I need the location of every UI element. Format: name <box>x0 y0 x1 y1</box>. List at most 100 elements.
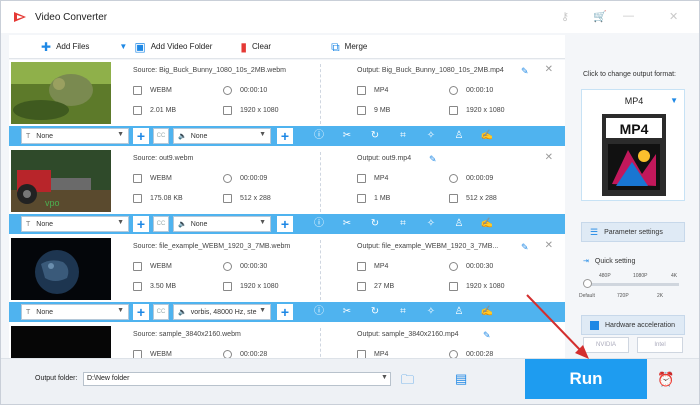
remove-item-button[interactable]: ✕ <box>545 64 553 75</box>
crop-icon[interactable]: ⌗ <box>389 219 417 229</box>
subtitle-dropdown[interactable]: T None ▼ <box>21 128 129 144</box>
intel-option[interactable]: Intel <box>637 337 683 353</box>
video-thumbnail[interactable] <box>11 326 111 358</box>
source-resolution: 1920 x 1080 <box>223 282 279 291</box>
speaker-icon: 🔈 <box>178 221 187 228</box>
effects-icon[interactable]: ✧ <box>417 307 445 317</box>
cc-icon[interactable]: CC <box>153 128 169 144</box>
output-format-selector[interactable]: MP4 ▼ MP4 <box>581 89 685 201</box>
source-format-value: WEBM <box>150 175 172 182</box>
add-folder-button[interactable]: ▣ Add Video Folder <box>134 41 212 53</box>
add-files-button[interactable]: ✚ Add Files <box>41 41 89 53</box>
key-icon[interactable]: ⚷ <box>561 10 569 23</box>
subtitle-dropdown[interactable]: T None ▼ <box>21 304 129 320</box>
output-resolution: 512 x 288 <box>449 194 497 203</box>
watermark-icon[interactable]: ♙ <box>445 131 473 141</box>
output-format-value: MP4 <box>374 175 389 182</box>
chevron-down-icon: ▼ <box>117 307 124 314</box>
edit-filename-icon[interactable]: ✎ <box>429 154 437 165</box>
edit-filename-icon[interactable]: ✎ <box>521 242 529 253</box>
remove-item-button[interactable]: ✕ <box>545 240 553 251</box>
tick-default: Default <box>579 293 595 299</box>
quality-slider-track[interactable] <box>587 283 679 286</box>
file-size-icon <box>133 194 142 203</box>
crop-icon[interactable]: ⌗ <box>389 307 417 317</box>
source-filename: Source: out9.webm <box>133 155 194 162</box>
add-audio-button[interactable]: + <box>277 128 293 144</box>
alarm-clock-icon[interactable]: ⏰ <box>657 371 674 388</box>
source-resolution: 512 x 288 <box>223 194 271 203</box>
output-folder-input[interactable]: D:\New folder <box>83 372 391 386</box>
folder-open-icon[interactable]: 🗀 <box>401 371 414 393</box>
cc-icon[interactable]: CC <box>153 216 169 232</box>
tick-1080p: 1080P <box>633 273 648 279</box>
edit-icon[interactable]: ✍ <box>473 219 501 229</box>
edit-filename-icon[interactable]: ✎ <box>483 330 491 341</box>
folder-plus-icon: ▣ <box>134 39 146 54</box>
hardware-acceleration-toggle[interactable]: Hardware acceleration <box>581 315 685 335</box>
clear-button[interactable]: ▮ Clear <box>240 41 271 53</box>
video-item: Source: Big_Buck_Bunny_1080_10s_2MB.webm… <box>9 60 565 148</box>
mp4-icon-text: MP4 <box>620 121 649 137</box>
audio-dropdown[interactable]: 🔈 None ▼ <box>173 128 271 144</box>
source-duration: 00:00:10 <box>223 86 267 95</box>
effects-icon[interactable]: ✧ <box>417 131 445 141</box>
subtitle-dropdown[interactable]: T None ▼ <box>21 216 129 232</box>
close-window-button[interactable]: ✕ <box>669 10 678 23</box>
info-icon[interactable]: ⓘ <box>305 219 333 229</box>
cut-icon[interactable]: ✂ <box>333 307 361 317</box>
edit-icon[interactable]: ✍ <box>473 307 501 317</box>
tick-4k: 4K <box>671 273 678 279</box>
app-window: Video Converter ⚷ 🛒 — ✕ ✚ Add Files ▼ ▣ … <box>0 0 700 405</box>
source-format-value: WEBM <box>150 263 172 270</box>
crop-icon[interactable]: ⌗ <box>389 131 417 141</box>
effects-icon[interactable]: ✧ <box>417 219 445 229</box>
run-button[interactable]: Run <box>525 359 647 399</box>
chevron-down-icon: ▼ <box>117 131 124 138</box>
cut-icon[interactable]: ✂ <box>333 131 361 141</box>
chevron-down-icon: ▼ <box>259 131 266 138</box>
audio-dropdown[interactable]: 🔈 None ▼ <box>173 216 271 232</box>
remove-item-button[interactable]: ✕ <box>545 152 553 163</box>
format-icon <box>357 174 366 183</box>
chevron-down-icon[interactable]: ▼ <box>381 374 388 381</box>
watermark-icon[interactable]: ♙ <box>445 219 473 229</box>
rotate-icon[interactable]: ↻ <box>361 219 389 229</box>
minimize-button[interactable]: — <box>623 10 634 22</box>
add-files-dropdown[interactable]: ▼ <box>119 42 132 51</box>
video-thumbnail[interactable] <box>11 62 111 124</box>
add-subtitle-button[interactable]: + <box>133 216 149 232</box>
parameter-settings-button[interactable]: ☰ Parameter settings <box>581 222 685 242</box>
nvidia-option[interactable]: NVIDIA <box>583 337 629 353</box>
audio-dropdown[interactable]: 🔈 vorbis, 48000 Hz, ste ▼ <box>173 304 271 320</box>
output-preview-icon[interactable]: ▤ <box>455 371 467 387</box>
add-folder-label: Add Video Folder <box>150 42 213 51</box>
video-thumbnail[interactable]: vpo <box>11 150 111 212</box>
quality-slider-handle[interactable] <box>583 279 592 288</box>
edit-filename-icon[interactable]: ✎ <box>521 66 529 77</box>
cc-icon[interactable]: CC <box>153 304 169 320</box>
watermark-icon[interactable]: ♙ <box>445 307 473 317</box>
add-audio-button[interactable]: + <box>277 304 293 320</box>
add-subtitle-button[interactable]: + <box>133 128 149 144</box>
bottom-bar: Output folder: D:\New folder ▼ 🗀 ▤ Run ⏰ <box>1 358 699 404</box>
add-audio-button[interactable]: + <box>277 216 293 232</box>
info-icon[interactable]: ⓘ <box>305 307 333 317</box>
add-subtitle-button[interactable]: + <box>133 304 149 320</box>
source-size-value: 3.50 MB <box>150 283 177 290</box>
video-thumbnail[interactable] <box>11 238 111 300</box>
source-filename: Source: sample_3840x2160.webm <box>133 331 241 338</box>
edit-icon[interactable]: ✍ <box>473 131 501 141</box>
source-format: WEBM <box>133 262 172 271</box>
cart-icon[interactable]: 🛒 <box>593 10 607 23</box>
info-icon[interactable]: ⓘ <box>305 131 333 141</box>
output-size: 27 MB <box>357 282 394 291</box>
output-folder-label: Output folder: <box>35 375 78 382</box>
rotate-icon[interactable]: ↻ <box>361 307 389 317</box>
clock-icon <box>449 174 458 183</box>
resolution-icon <box>223 282 232 291</box>
cut-icon[interactable]: ✂ <box>333 219 361 229</box>
video-list: Source: Big_Buck_Bunny_1080_10s_2MB.webm… <box>9 60 565 358</box>
merge-button[interactable]: ⧉ Merge <box>331 41 367 53</box>
rotate-icon[interactable]: ↻ <box>361 131 389 141</box>
